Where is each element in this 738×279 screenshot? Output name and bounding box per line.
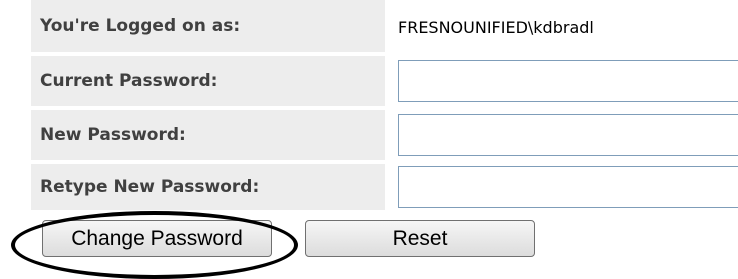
new-password-row: New Password: (31, 110, 738, 160)
logged-on-label: You're Logged on as: (40, 16, 241, 36)
change-password-button[interactable]: Change Password (42, 220, 272, 257)
new-password-label: New Password: (40, 125, 186, 145)
reset-button[interactable]: Reset (305, 220, 535, 257)
current-password-label: Current Password: (40, 71, 218, 91)
retype-password-input[interactable] (398, 166, 738, 208)
logged-on-row: You're Logged on as: FRESNOUNIFIED\kdbra… (31, 0, 738, 52)
current-password-input[interactable] (398, 60, 738, 102)
new-password-label-cell: New Password: (31, 110, 385, 160)
retype-password-label-cell: Retype New Password: (31, 164, 385, 210)
change-password-form: { "form": { "logged_on_label": "You're L… (0, 0, 738, 279)
logged-on-label-cell: You're Logged on as: (31, 0, 385, 52)
retype-password-row: Retype New Password: (31, 164, 738, 210)
current-password-row: Current Password: (31, 56, 738, 106)
logged-on-username: FRESNOUNIFIED\kdbradl (398, 18, 594, 37)
current-password-label-cell: Current Password: (31, 56, 385, 106)
retype-password-label: Retype New Password: (40, 177, 260, 197)
new-password-input[interactable] (398, 114, 738, 156)
